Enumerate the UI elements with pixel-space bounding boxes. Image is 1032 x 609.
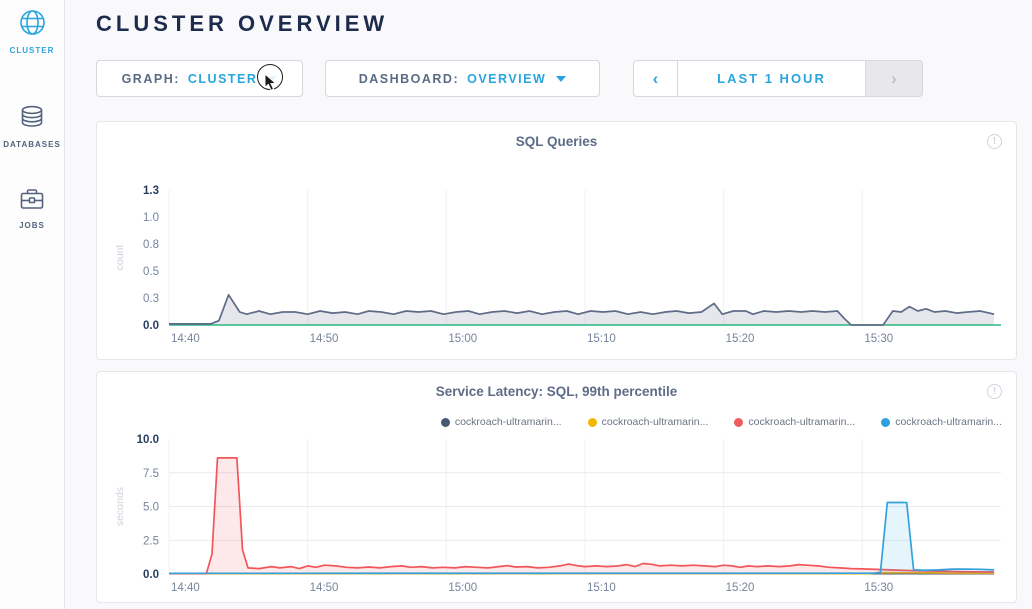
- info-icon[interactable]: !: [987, 134, 1002, 149]
- svg-text:0.3: 0.3: [143, 293, 159, 305]
- main-content: CLUSTER OVERVIEW GRAPH: CLUSTER DASHBOAR…: [65, 0, 1032, 609]
- sidebar: CLUSTER DATABASES JOBS: [0, 0, 65, 609]
- chart-card-service-latency: Service Latency: SQL, 99th percentile ! …: [96, 371, 1017, 603]
- legend-dot-icon: [881, 418, 890, 427]
- sidebar-item-label: CLUSTER: [10, 46, 55, 55]
- legend-label: cockroach-ultramarin...: [455, 416, 562, 428]
- sidebar-item-databases[interactable]: DATABASES: [0, 55, 64, 149]
- svg-text:15:00: 15:00: [448, 582, 477, 594]
- svg-text:15:20: 15:20: [726, 333, 755, 345]
- svg-text:15:30: 15:30: [864, 582, 893, 594]
- svg-text:0.8: 0.8: [143, 239, 159, 251]
- svg-text:15:10: 15:10: [587, 582, 616, 594]
- chart-legend: cockroach-ultramarin... cockroach-ultrama…: [441, 416, 1002, 428]
- svg-text:14:50: 14:50: [310, 582, 339, 594]
- svg-text:count: count: [114, 245, 126, 271]
- legend-label: cockroach-ultramarin...: [602, 416, 709, 428]
- page-title: CLUSTER OVERVIEW: [96, 11, 388, 37]
- sidebar-item-label: JOBS: [19, 221, 45, 230]
- graph-dropdown[interactable]: GRAPH: CLUSTER: [96, 60, 303, 97]
- chevron-down-icon: [556, 76, 566, 82]
- svg-text:15:20: 15:20: [726, 582, 755, 594]
- legend-dot-icon: [441, 418, 450, 427]
- svg-text:1.3: 1.3: [143, 185, 159, 197]
- svg-text:0.0: 0.0: [143, 569, 159, 581]
- service-latency-chart: 14:40 14:50 15:00 15:10 15:20 15:30 0.0 2.5 5.0 7…: [97, 432, 1016, 607]
- legend-item[interactable]: cockroach-ultramarin...: [734, 416, 855, 428]
- chevron-down-icon: [267, 76, 277, 82]
- chart-title: SQL Queries: [97, 134, 1016, 149]
- legend-label: cockroach-ultramarin...: [748, 416, 855, 428]
- svg-text:15:10: 15:10: [587, 333, 616, 345]
- sidebar-item-label: DATABASES: [3, 140, 61, 149]
- dashboard-dropdown[interactable]: DASHBOARD: OVERVIEW: [325, 60, 600, 97]
- svg-text:2.5: 2.5: [143, 535, 159, 547]
- info-icon[interactable]: !: [987, 384, 1002, 399]
- chart-card-sql-queries: SQL Queries ! 14:4014:5015:0015:1015:201…: [96, 121, 1017, 360]
- chart-title: Service Latency: SQL, 99th percentile: [97, 384, 1016, 399]
- graph-dropdown-label: GRAPH:: [122, 72, 180, 86]
- time-next-button[interactable]: ›: [865, 61, 922, 96]
- legend-dot-icon: [734, 418, 743, 427]
- time-prev-button[interactable]: ‹: [634, 61, 678, 96]
- time-window-selector: ‹ LAST 1 HOUR ›: [633, 60, 923, 97]
- svg-text:7.5: 7.5: [143, 468, 159, 480]
- svg-text:10.0: 10.0: [137, 434, 159, 446]
- sidebar-item-cluster[interactable]: CLUSTER: [0, 0, 64, 55]
- legend-dot-icon: [588, 418, 597, 427]
- dashboard-dropdown-value: OVERVIEW: [467, 72, 546, 86]
- svg-text:14:50: 14:50: [310, 333, 339, 345]
- jobs-icon: [19, 187, 45, 216]
- svg-text:14:40: 14:40: [171, 333, 200, 345]
- sql-queries-chart: 14:40 14:50 15:00 15:10 15:20 15:30 0.0 0.3 0.5 0…: [97, 166, 1016, 363]
- svg-text:0.5: 0.5: [143, 266, 159, 278]
- legend-item[interactable]: cockroach-ultramarin...: [881, 416, 1002, 428]
- svg-text:seconds: seconds: [114, 487, 126, 526]
- legend-label: cockroach-ultramarin...: [895, 416, 1002, 428]
- time-range-label[interactable]: LAST 1 HOUR: [678, 61, 865, 96]
- dashboard-dropdown-label: DASHBOARD:: [359, 72, 459, 86]
- globe-icon: [19, 9, 46, 41]
- svg-text:5.0: 5.0: [143, 502, 159, 514]
- svg-text:0.0: 0.0: [143, 320, 159, 332]
- sidebar-item-jobs[interactable]: JOBS: [0, 149, 64, 230]
- databases-icon: [19, 105, 45, 135]
- legend-item[interactable]: cockroach-ultramarin...: [588, 416, 709, 428]
- svg-text:1.0: 1.0: [143, 212, 159, 224]
- svg-text:14:40: 14:40: [171, 582, 200, 594]
- graph-dropdown-value: CLUSTER: [188, 72, 258, 86]
- svg-text:15:30: 15:30: [864, 333, 893, 345]
- legend-item[interactable]: cockroach-ultramarin...: [441, 416, 562, 428]
- svg-text:15:00: 15:00: [448, 333, 477, 345]
